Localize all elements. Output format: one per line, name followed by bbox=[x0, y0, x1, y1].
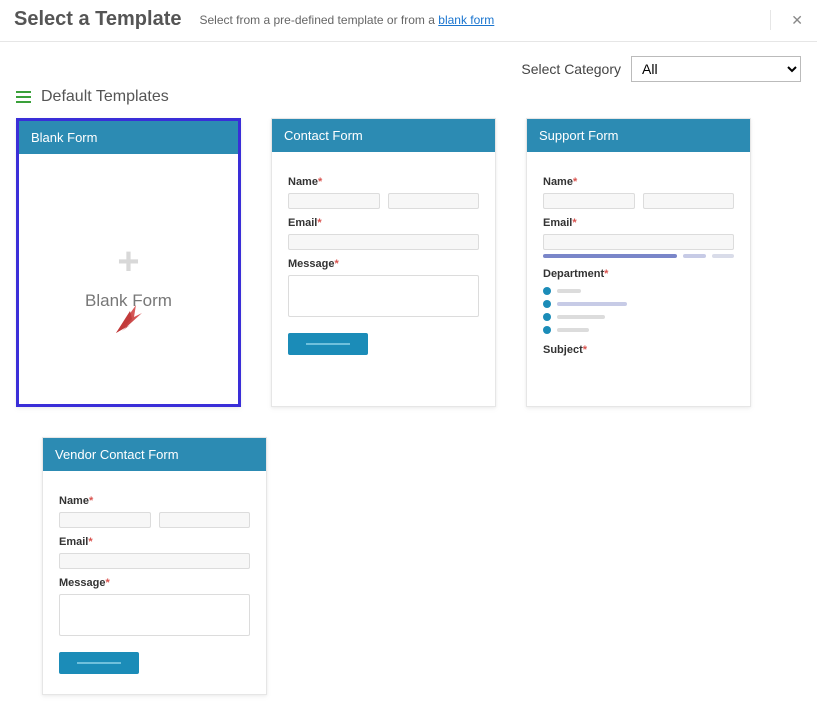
field-label: Email* bbox=[543, 217, 577, 229]
last-name-input bbox=[643, 193, 735, 209]
category-select[interactable]: All bbox=[631, 56, 801, 82]
field-label: Message* bbox=[288, 258, 339, 270]
blank-form-link[interactable]: blank form bbox=[438, 13, 494, 27]
card-body: Name* Email* Message* bbox=[272, 152, 495, 375]
template-card-vendor[interactable]: Vendor Contact Form Name* Email* Message… bbox=[42, 437, 267, 695]
message-textarea bbox=[59, 594, 250, 636]
radio-option bbox=[543, 287, 734, 295]
template-card-contact[interactable]: Contact Form Name* Email* Message* bbox=[271, 118, 496, 407]
dialog-subtitle: Select from a pre-defined template or fr… bbox=[199, 13, 494, 27]
card-body: Name* Email* Department* Subject* bbox=[527, 152, 750, 378]
dialog-header: Select a Template Select from a pre-defi… bbox=[0, 0, 817, 42]
category-label: Select Category bbox=[521, 61, 621, 77]
section-title: Default Templates bbox=[41, 88, 169, 106]
close-icon[interactable]: ✕ bbox=[770, 10, 803, 30]
section-header: Default Templates bbox=[16, 88, 801, 106]
email-input bbox=[543, 234, 734, 250]
plus-icon: + bbox=[117, 243, 139, 281]
card-title: Support Form bbox=[527, 119, 750, 152]
template-card-support[interactable]: Support Form Name* Email* Department* bbox=[526, 118, 751, 407]
strength-bar bbox=[543, 254, 734, 258]
submit-button-preview bbox=[59, 652, 139, 674]
category-row: Select Category All bbox=[16, 56, 801, 82]
dialog-title: Select a Template bbox=[14, 8, 181, 31]
card-title: Vendor Contact Form bbox=[43, 438, 266, 471]
field-label: Name* bbox=[59, 495, 93, 507]
field-label: Subject* bbox=[543, 344, 587, 356]
name-inputs bbox=[288, 193, 479, 209]
card-title: Contact Form bbox=[272, 119, 495, 152]
field-label: Email* bbox=[59, 536, 93, 548]
radio-option bbox=[543, 300, 734, 308]
email-input bbox=[59, 553, 250, 569]
subtitle-text: Select from a pre-defined template or fr… bbox=[199, 13, 438, 27]
name-inputs bbox=[543, 193, 734, 209]
first-name-input bbox=[288, 193, 380, 209]
last-name-input bbox=[388, 193, 480, 209]
first-name-input bbox=[59, 512, 151, 528]
email-input bbox=[288, 234, 479, 250]
template-grid: Blank Form + Blank Form Contact Form bbox=[16, 118, 801, 407]
field-label: Department* bbox=[543, 268, 608, 280]
message-textarea bbox=[288, 275, 479, 317]
card-title: Blank Form bbox=[19, 121, 238, 154]
radio-option bbox=[543, 313, 734, 321]
first-name-input bbox=[543, 193, 635, 209]
field-label: Name* bbox=[288, 176, 322, 188]
card-body: Name* Email* Message* bbox=[43, 471, 266, 694]
hamburger-icon[interactable] bbox=[16, 91, 31, 103]
name-inputs bbox=[59, 512, 250, 528]
field-label: Email* bbox=[288, 217, 322, 229]
cursor-arrow-icon bbox=[112, 299, 146, 335]
radio-option bbox=[543, 326, 734, 334]
field-label: Message* bbox=[59, 577, 110, 589]
submit-button-preview bbox=[288, 333, 368, 355]
template-grid-row2: Vendor Contact Form Name* Email* Message… bbox=[16, 437, 801, 695]
template-card-blank[interactable]: Blank Form + Blank Form bbox=[16, 118, 241, 407]
last-name-input bbox=[159, 512, 251, 528]
card-body: + Blank Form bbox=[19, 154, 238, 404]
dialog-body: Select Category All Default Templates Bl… bbox=[0, 42, 817, 725]
field-label: Name* bbox=[543, 176, 577, 188]
